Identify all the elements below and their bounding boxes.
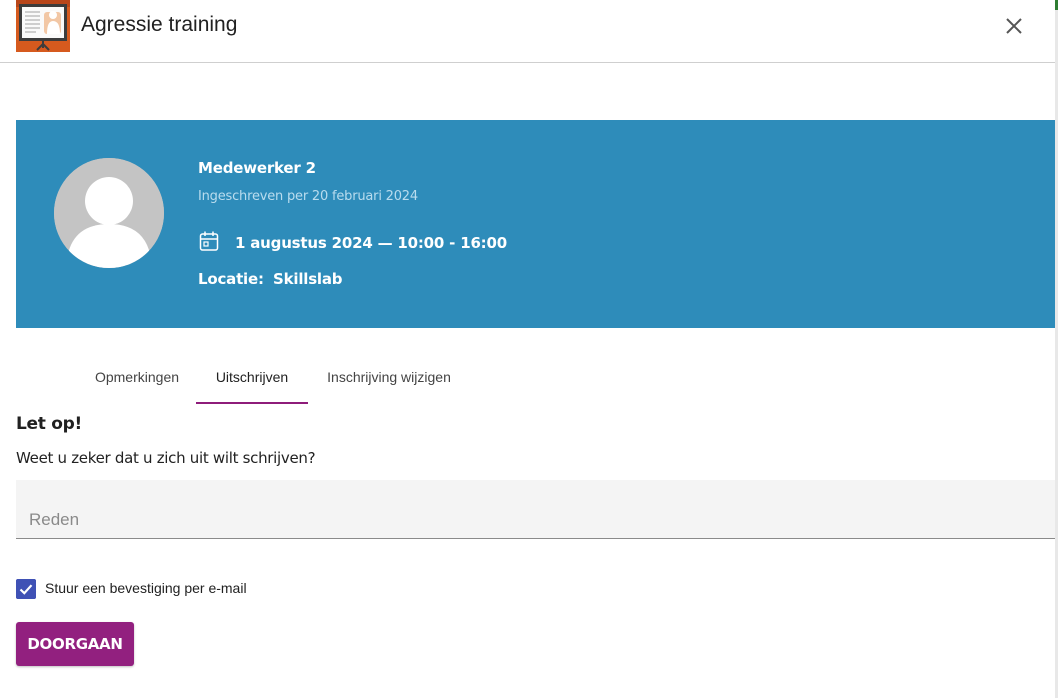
dialog-header: Agressie training [0,0,1055,63]
confirm-email-label[interactable]: Stuur een bevestiging per e-mail [45,580,247,596]
continue-button[interactable]: DOORGAAN [16,622,134,666]
dialog-title: Agressie training [81,13,238,36]
enrolled-date: Ingeschreven per 20 februari 2024 [198,189,418,204]
close-icon[interactable] [1001,13,1027,39]
location-value: Skillslab [273,270,343,288]
user-avatar-icon [54,158,164,268]
participant-name: Medewerker 2 [198,159,316,177]
reason-field [16,480,1055,539]
session-date-time: 1 augustus 2024 — 10:00 - 16:00 [235,234,507,252]
tab-uitschrijven[interactable]: Uitschrijven [196,358,308,404]
calendar-icon [199,231,219,251]
confirm-email-checkbox[interactable] [16,579,36,599]
enrollment-banner: Medewerker 2 Ingeschreven per 20 februar… [16,120,1055,328]
tab-opmerkingen[interactable]: Opmerkingen [79,358,195,402]
presentation-board-icon [16,0,70,52]
reason-input[interactable] [16,480,1055,538]
location-label: Locatie: [198,270,264,288]
warning-title: Let op! [16,414,82,434]
tab-inschrijving-wijzigen[interactable]: Inschrijving wijzigen [309,358,469,402]
warning-text: Weet u zeker dat u zich uit wilt schrijv… [16,449,316,467]
